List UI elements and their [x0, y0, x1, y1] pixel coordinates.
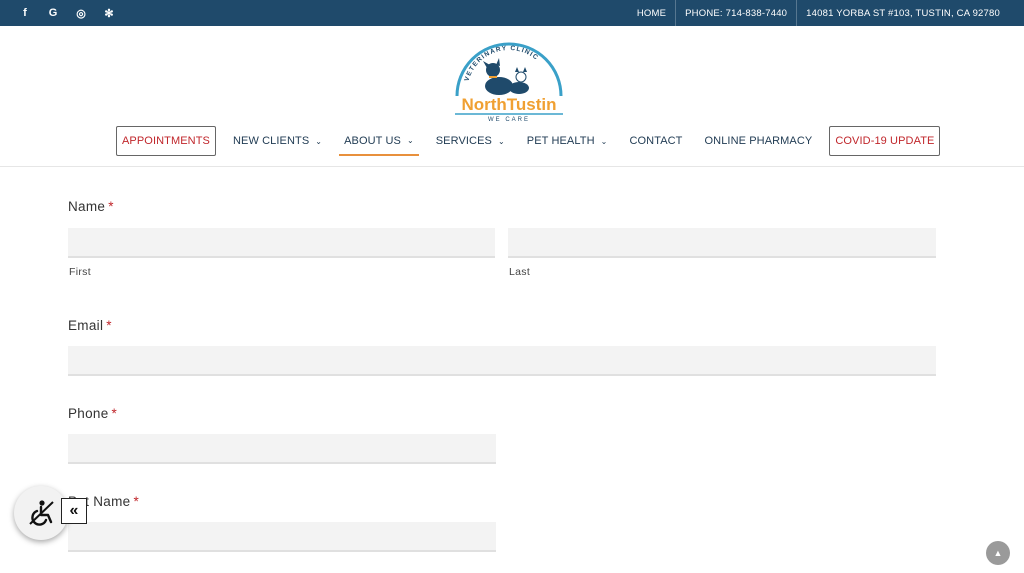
nav-new-clients-label: NEW CLIENTS: [233, 135, 310, 147]
divider: [796, 0, 798, 26]
nav-about-us-label: ABOUT US: [344, 134, 401, 147]
phone-label-text: Phone: [68, 406, 109, 421]
scroll-to-top-button[interactable]: ▲: [986, 541, 1010, 565]
required-mark: *: [133, 494, 139, 509]
logo-tagline: WE CARE: [488, 117, 530, 123]
pets-icon: [483, 58, 529, 95]
google-icon[interactable]: G: [46, 6, 60, 20]
top-bar-links: HOME PHONE: 714-838-7440 14081 YORBA ST …: [637, 0, 1000, 26]
chevron-down-icon: ⌄: [600, 136, 608, 146]
nav-covid-update[interactable]: COVID-19 UPDATE: [829, 126, 941, 156]
last-sublabel: Last: [509, 266, 531, 278]
nav-contact-label: CONTACT: [629, 135, 683, 147]
nav-services-label: SERVICES: [435, 135, 492, 147]
nav-covid-update-label: COVID-19 UPDATE: [835, 135, 935, 147]
email-label: Email *: [68, 318, 112, 333]
svg-text:VETERINARY CLINIC: VETERINARY CLINIC: [463, 45, 539, 82]
nav-contact[interactable]: CONTACT: [624, 126, 687, 156]
chevron-down-icon: ⌄: [497, 136, 505, 146]
pet-name-input[interactable]: [68, 522, 496, 552]
top-bar: f G ◎ ✻ HOME PHONE: 714-838-7440 14081 Y…: [0, 0, 1024, 26]
facebook-icon[interactable]: f: [18, 6, 32, 20]
accessibility-toggle[interactable]: «: [61, 498, 87, 524]
nav-appointments[interactable]: APPOINTMENTS: [116, 126, 216, 156]
double-chevron-left-icon: «: [69, 502, 79, 519]
nav-pet-health-label: PET HEALTH: [526, 135, 595, 147]
nav-about-us[interactable]: ABOUT US ⌄: [339, 127, 419, 156]
chevron-down-icon: ⌄: [315, 136, 323, 146]
instagram-icon[interactable]: ◎: [74, 6, 88, 20]
nav-online-pharmacy-label: ONLINE PHARMACY: [704, 135, 813, 147]
address-link[interactable]: 14081 YORBA ST #103, TUSTIN, CA 92780: [806, 8, 1000, 19]
last-name-input[interactable]: [508, 228, 936, 258]
first-sublabel: First: [69, 266, 91, 278]
logo-name: NorthTustin: [461, 95, 556, 114]
phone-link[interactable]: PHONE: 714-838-7440: [685, 8, 787, 19]
required-mark: *: [108, 199, 114, 214]
divider: [675, 0, 677, 26]
accessibility-button[interactable]: [14, 486, 68, 540]
arrow-up-icon: ▲: [993, 548, 1003, 558]
home-link[interactable]: HOME: [637, 8, 666, 19]
email-input[interactable]: [68, 346, 936, 376]
name-label: Name *: [68, 199, 114, 214]
main-nav: APPOINTMENTS NEW CLIENTS ⌄ ABOUT US ⌄ SERV…: [116, 126, 952, 156]
nav-pet-health[interactable]: PET HEALTH ⌄: [522, 126, 613, 156]
site-header: VETERINARY CLINIC NorthTustin WE CARE AP…: [0, 26, 1024, 167]
phone-label: Phone *: [68, 406, 117, 421]
phone-input[interactable]: [68, 434, 496, 464]
email-label-text: Email: [68, 318, 104, 333]
logo-arc-text: VETERINARY CLINIC: [463, 45, 538, 82]
yelp-icon[interactable]: ✻: [102, 6, 116, 20]
nav-appointments-label: APPOINTMENTS: [122, 135, 210, 147]
social-links: f G ◎ ✻: [18, 0, 116, 26]
clinic-logo[interactable]: VETERINARY CLINIC NorthTustin WE CARE: [449, 34, 569, 124]
chevron-down-icon: ⌄: [406, 136, 414, 145]
required-mark: *: [106, 318, 112, 333]
first-name-input[interactable]: [68, 228, 495, 258]
wheelchair-icon: [29, 500, 54, 526]
required-mark: *: [111, 406, 118, 421]
nav-services[interactable]: SERVICES ⌄: [431, 126, 510, 156]
nav-online-pharmacy[interactable]: ONLINE PHARMACY: [700, 126, 818, 156]
name-label-text: Name: [68, 199, 106, 214]
nav-new-clients[interactable]: NEW CLIENTS ⌄: [228, 126, 327, 156]
